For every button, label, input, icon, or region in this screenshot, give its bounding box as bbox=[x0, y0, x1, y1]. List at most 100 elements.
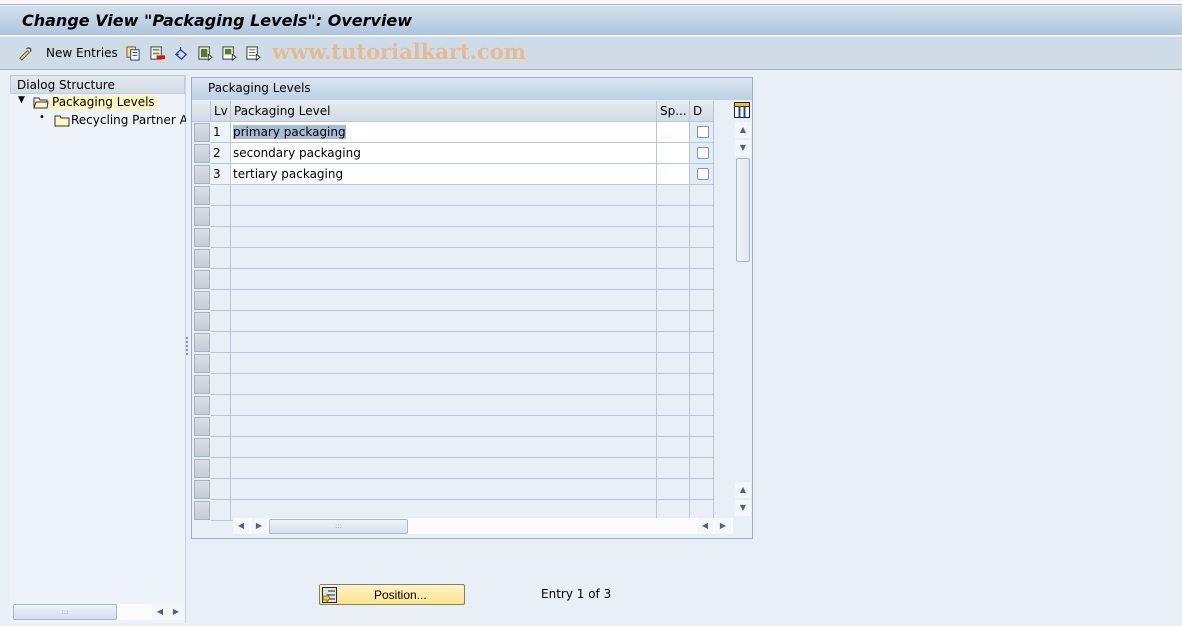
sp-cell[interactable] bbox=[657, 122, 690, 143]
table-row[interactable] bbox=[192, 269, 714, 290]
sp-cell bbox=[657, 458, 690, 479]
table-row[interactable] bbox=[192, 185, 714, 206]
tree-horizontal-scrollbar[interactable]: ::: ◀ ▶ bbox=[12, 603, 184, 621]
table-row[interactable] bbox=[192, 437, 714, 458]
pane-splitter[interactable] bbox=[186, 75, 190, 623]
d-cell bbox=[690, 227, 714, 248]
packaging-level-cell[interactable]: secondary packaging bbox=[231, 143, 657, 164]
row-selector[interactable] bbox=[194, 165, 210, 184]
row-selector[interactable] bbox=[194, 312, 210, 331]
d-checkbox[interactable] bbox=[697, 168, 709, 180]
table-row[interactable] bbox=[192, 248, 714, 269]
d-checkbox[interactable] bbox=[697, 126, 709, 138]
horizontal-scroll-thumb[interactable]: ::: bbox=[269, 519, 408, 534]
table-row[interactable]: 3 tertiary packaging bbox=[192, 164, 714, 185]
new-entries-button[interactable]: New Entries bbox=[46, 44, 118, 62]
deselect-all-button[interactable] bbox=[246, 44, 261, 62]
row-selector[interactable] bbox=[194, 501, 210, 520]
row-selector[interactable] bbox=[194, 417, 210, 436]
lv-cell bbox=[211, 353, 231, 374]
packaging-level-cell bbox=[231, 185, 657, 206]
row-selector[interactable] bbox=[194, 396, 210, 415]
table-title: Packaging Levels bbox=[192, 78, 752, 100]
position-button[interactable]: Position... bbox=[319, 584, 465, 605]
d-cell bbox=[690, 185, 714, 206]
copy-button[interactable] bbox=[126, 44, 141, 62]
row-selector[interactable] bbox=[194, 333, 210, 352]
row-selector[interactable] bbox=[194, 291, 210, 310]
table-row[interactable] bbox=[192, 227, 714, 248]
scroll-right-end-button[interactable]: ▶ bbox=[715, 518, 731, 534]
undo-button[interactable] bbox=[174, 44, 189, 62]
d-cell[interactable] bbox=[690, 143, 714, 164]
packaging-level-cell[interactable]: primary packaging bbox=[231, 122, 657, 143]
table-row[interactable]: 2 secondary packaging bbox=[192, 143, 714, 164]
packaging-level-cell bbox=[231, 227, 657, 248]
row-selector[interactable] bbox=[194, 270, 210, 289]
lv-cell bbox=[211, 437, 231, 458]
row-selector[interactable] bbox=[194, 354, 210, 373]
table-row[interactable] bbox=[192, 416, 714, 437]
expand-arrow-icon[interactable]: ▼ bbox=[18, 95, 25, 105]
packaging-level-cell[interactable]: tertiary packaging bbox=[231, 164, 657, 185]
row-selector[interactable] bbox=[194, 375, 210, 394]
delete-button[interactable] bbox=[150, 44, 165, 62]
lv-cell bbox=[211, 206, 231, 227]
scroll-down-button[interactable]: ▼ bbox=[735, 140, 751, 156]
row-selector[interactable] bbox=[194, 249, 210, 268]
vertical-scroll-thumb[interactable] bbox=[736, 158, 750, 262]
tree-item-recycling-partner[interactable]: • Recycling Partner Ass bbox=[10, 112, 186, 130]
table-vertical-scrollbar[interactable]: ▲ ▼ ▲ ▼ bbox=[735, 100, 752, 520]
d-cell[interactable] bbox=[690, 122, 714, 143]
row-selector[interactable] bbox=[194, 228, 210, 247]
tree-item-packaging-levels[interactable]: ▼ Packaging Levels bbox=[10, 94, 186, 112]
new-entries-label: New Entries bbox=[46, 46, 118, 60]
table-row[interactable] bbox=[192, 206, 714, 227]
table-horizontal-scrollbar[interactable]: ◀ ▶ ::: ◀ ▶ bbox=[233, 518, 733, 534]
column-header-packaging-level[interactable]: Packaging Level bbox=[231, 101, 657, 122]
table-row[interactable] bbox=[192, 353, 714, 374]
table-row[interactable] bbox=[192, 395, 714, 416]
table-row[interactable] bbox=[192, 311, 714, 332]
select-all-rows-header[interactable] bbox=[192, 101, 211, 122]
row-selector[interactable] bbox=[194, 480, 210, 499]
scroll-left-end-button[interactable]: ◀ bbox=[697, 518, 713, 534]
deselect-all-icon bbox=[246, 45, 261, 61]
table-row[interactable] bbox=[192, 332, 714, 353]
column-header-sp[interactable]: Sp... bbox=[657, 101, 690, 122]
sp-cell bbox=[657, 332, 690, 353]
select-all-button[interactable] bbox=[198, 44, 213, 62]
row-selector[interactable] bbox=[194, 459, 210, 478]
column-header-d[interactable]: D bbox=[690, 101, 714, 122]
table-row[interactable] bbox=[192, 479, 714, 500]
table-row[interactable] bbox=[192, 290, 714, 311]
sp-cell[interactable] bbox=[657, 143, 690, 164]
scroll-up-button[interactable]: ▲ bbox=[735, 122, 751, 138]
scroll-right-button[interactable]: ▶ bbox=[168, 604, 184, 620]
row-selector[interactable] bbox=[194, 144, 210, 163]
d-cell[interactable] bbox=[690, 164, 714, 185]
display-change-button[interactable] bbox=[18, 44, 33, 62]
scroll-page-down-button[interactable]: ▼ bbox=[735, 500, 751, 516]
row-selector[interactable] bbox=[194, 123, 210, 142]
d-cell bbox=[690, 395, 714, 416]
scroll-thumb[interactable]: ::: bbox=[13, 604, 117, 620]
scroll-left-button[interactable]: ◀ bbox=[233, 518, 249, 534]
row-selector[interactable] bbox=[194, 207, 210, 226]
lv-cell bbox=[211, 374, 231, 395]
row-selector[interactable] bbox=[194, 186, 210, 205]
d-checkbox[interactable] bbox=[697, 147, 709, 159]
sp-cell bbox=[657, 374, 690, 395]
row-selector[interactable] bbox=[194, 438, 210, 457]
scroll-left-button[interactable]: ◀ bbox=[152, 604, 168, 620]
table-row[interactable] bbox=[192, 374, 714, 395]
select-block-button[interactable] bbox=[222, 44, 237, 62]
scroll-page-up-button[interactable]: ▲ bbox=[735, 482, 751, 498]
table-row[interactable] bbox=[192, 458, 714, 479]
sp-cell[interactable] bbox=[657, 164, 690, 185]
column-header-lv[interactable]: Lv bbox=[211, 101, 231, 122]
scroll-right-button[interactable]: ▶ bbox=[251, 518, 267, 534]
table-row[interactable]: 1 primary packaging bbox=[192, 122, 714, 143]
packaging-level-cell bbox=[231, 353, 657, 374]
lv-cell bbox=[211, 332, 231, 353]
